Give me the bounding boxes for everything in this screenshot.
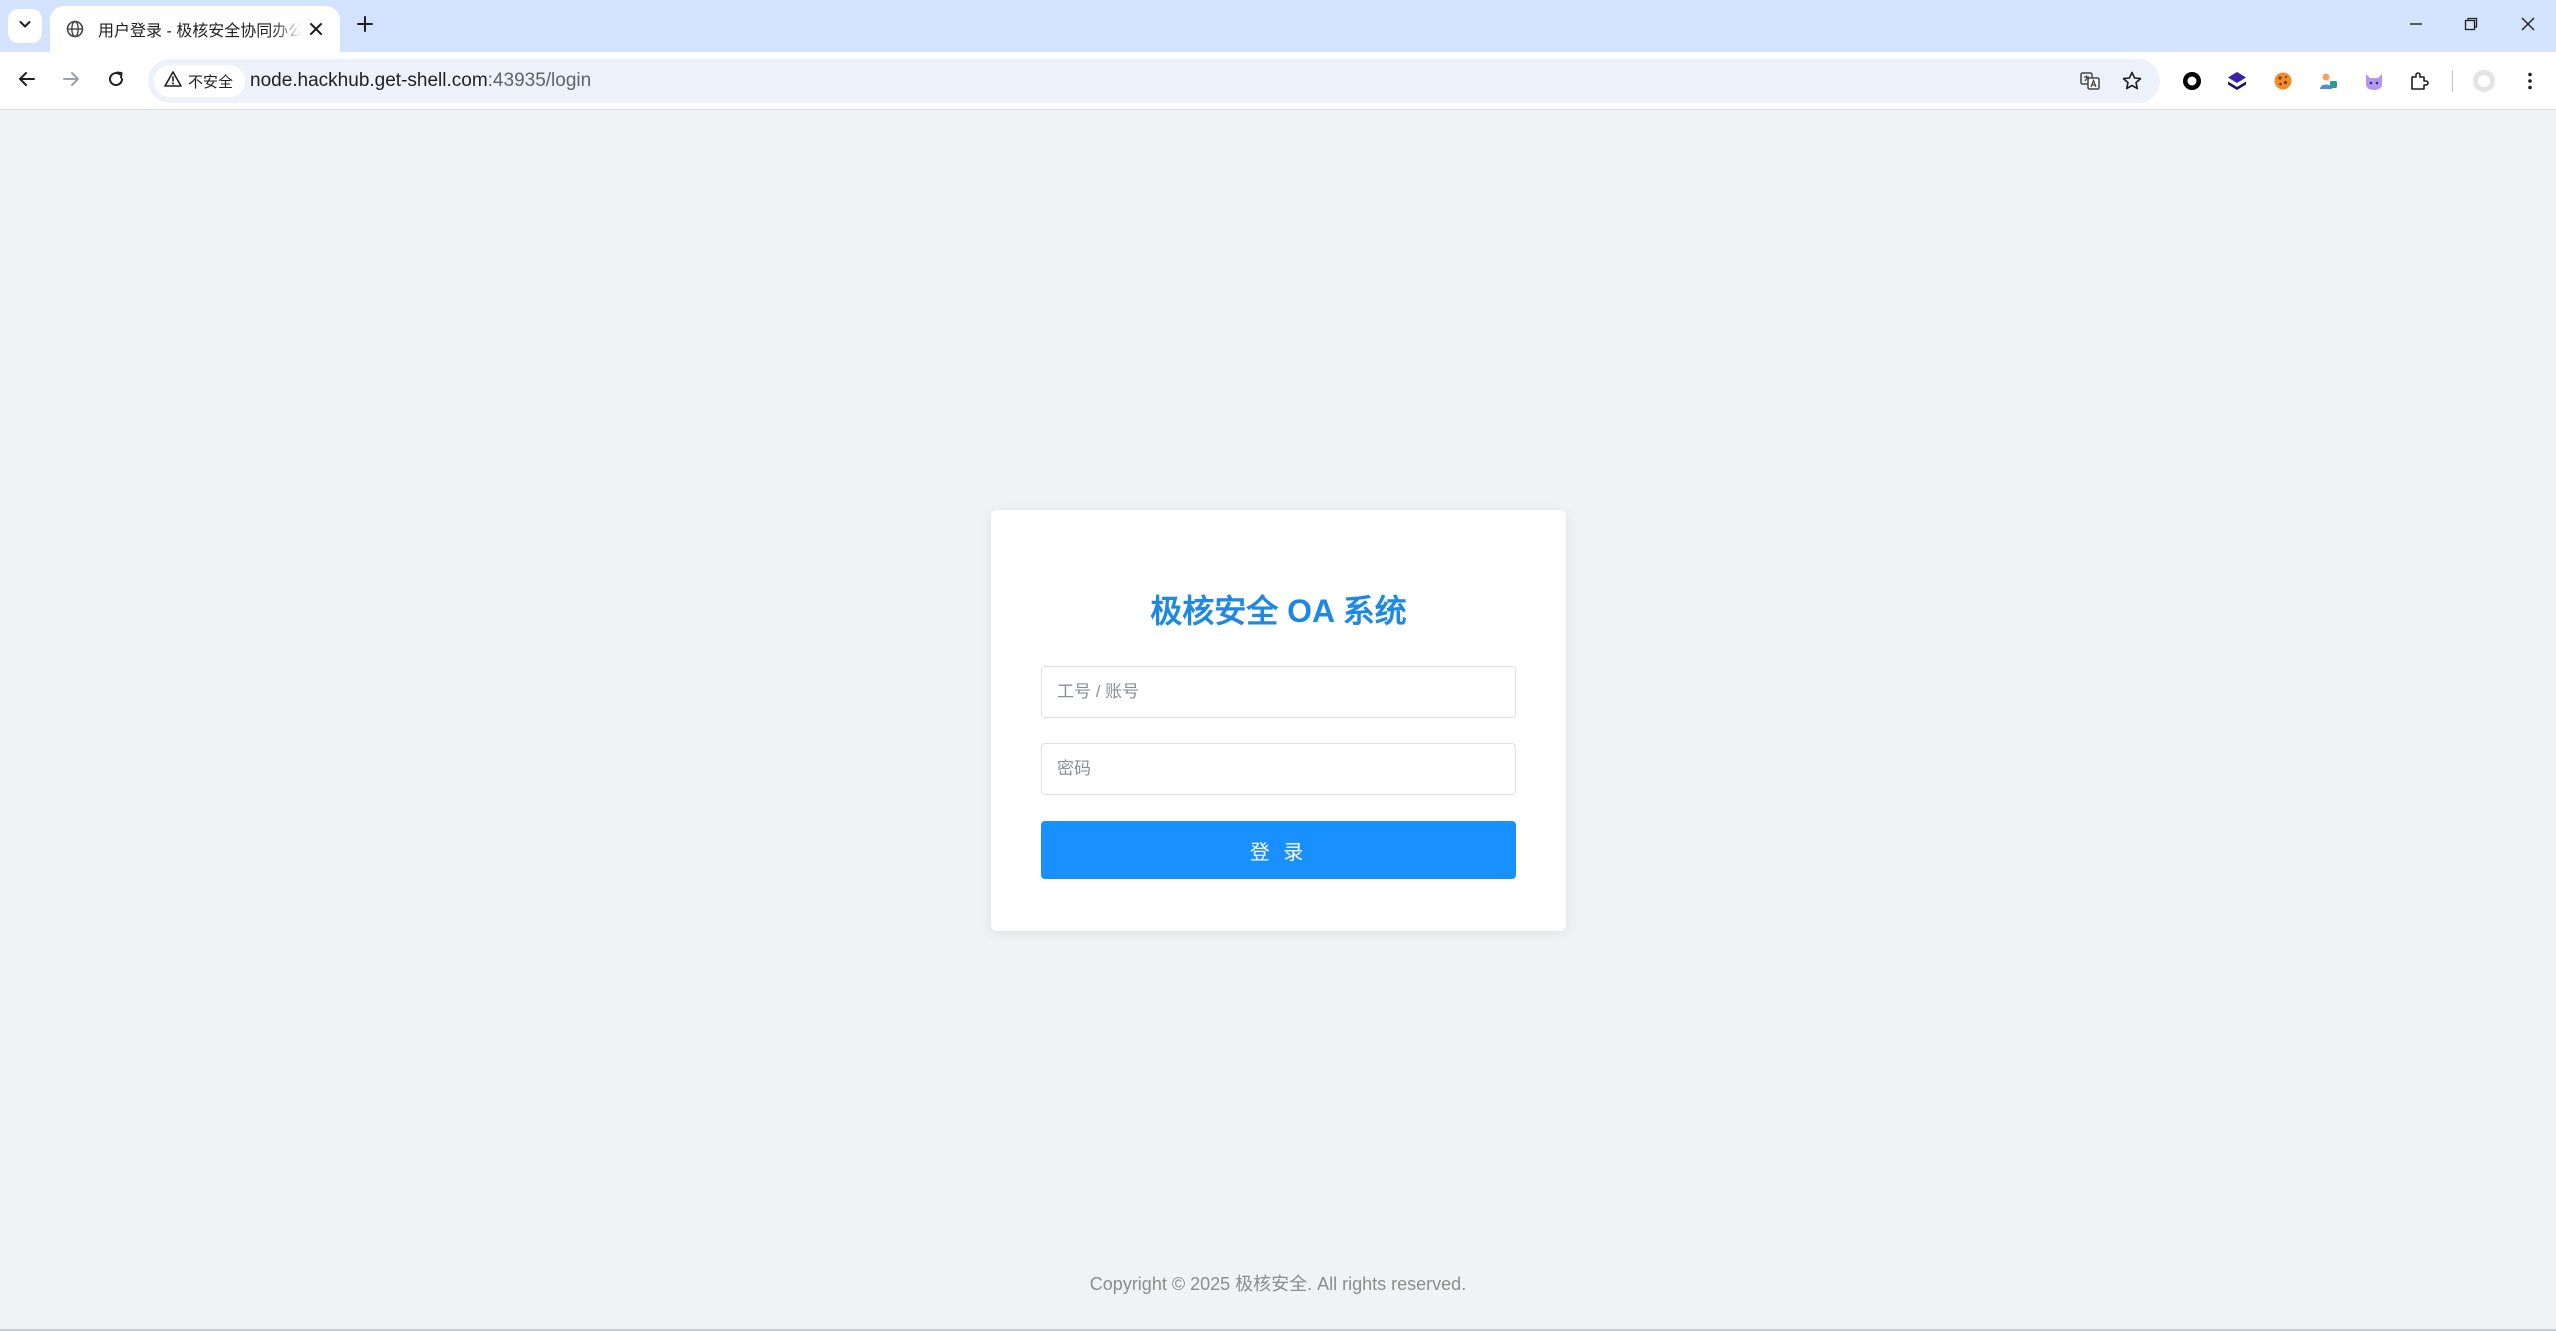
warning-icon (164, 70, 182, 93)
security-label: 不安全 (188, 73, 234, 91)
browser-tab-active[interactable]: 用户登录 - 极核安全协同办公系统 (50, 6, 340, 52)
close-icon[interactable] (302, 15, 330, 43)
minimize-icon (2408, 16, 2424, 37)
cookie-extension-icon[interactable] (2269, 67, 2297, 95)
security-indicator[interactable]: 不安全 (154, 65, 246, 97)
profile-avatar-icon[interactable] (2470, 67, 2498, 95)
new-tab-button[interactable] (350, 11, 380, 41)
plus-icon (356, 15, 374, 38)
arrow-left-icon (17, 69, 37, 94)
tab-search-button[interactable] (8, 9, 42, 43)
reload-icon (106, 69, 126, 94)
chevron-down-icon (17, 16, 33, 37)
translate-icon[interactable] (2076, 67, 2104, 95)
reload-button[interactable] (100, 65, 132, 97)
globe-icon (62, 16, 88, 42)
minimize-button[interactable] (2396, 8, 2436, 44)
username-input[interactable] (1041, 666, 1516, 718)
footer-copyright: Copyright © 2025 极核安全. All rights reserv… (1089, 1274, 1467, 1294)
restore-button[interactable] (2451, 8, 2491, 44)
puzzle-person-extension-icon[interactable] (2314, 67, 2342, 95)
arrow-right-icon (61, 69, 81, 94)
circle-extension-icon[interactable] (2178, 67, 2206, 95)
password-input[interactable] (1041, 743, 1516, 795)
browser-tabstrip: 用户登录 - 极核安全协同办公系统 (0, 0, 2556, 52)
layers-extension-icon[interactable] (2223, 67, 2251, 95)
toolbar-separator (2452, 70, 2453, 92)
url-text[interactable]: node.hackhub.get-shell.com:43935/login (250, 59, 591, 103)
extensions-puzzle-icon[interactable] (2405, 67, 2433, 95)
cat-extension-icon[interactable] (2360, 67, 2388, 95)
window-close-button[interactable] (2508, 8, 2548, 44)
kebab-menu-icon[interactable] (2516, 67, 2544, 95)
address-bar[interactable]: 不安全 node.hackhub.get-shell.com:43935/log… (148, 59, 2160, 103)
page-viewport: 极核安全 OA 系统 登 录 Copyright © 2025 极核安全. Al… (0, 111, 2556, 1329)
tab-title: 用户登录 - 极核安全协同办公系统 (98, 23, 302, 40)
browser-toolbar: 不安全 node.hackhub.get-shell.com:43935/log… (0, 52, 2556, 110)
star-icon[interactable] (2118, 67, 2146, 95)
url-host: node.hackhub.get-shell.com (250, 70, 488, 91)
login-card: 极核安全 OA 系统 登 录 (991, 510, 1566, 931)
restore-icon (2463, 16, 2479, 37)
window-close-icon (2520, 16, 2536, 37)
url-path: :43935/login (487, 70, 592, 91)
back-button[interactable] (11, 65, 43, 97)
login-title: 极核安全 OA 系统 (1150, 593, 1407, 629)
login-button[interactable]: 登 录 (1041, 821, 1516, 879)
forward-button[interactable] (55, 65, 87, 97)
